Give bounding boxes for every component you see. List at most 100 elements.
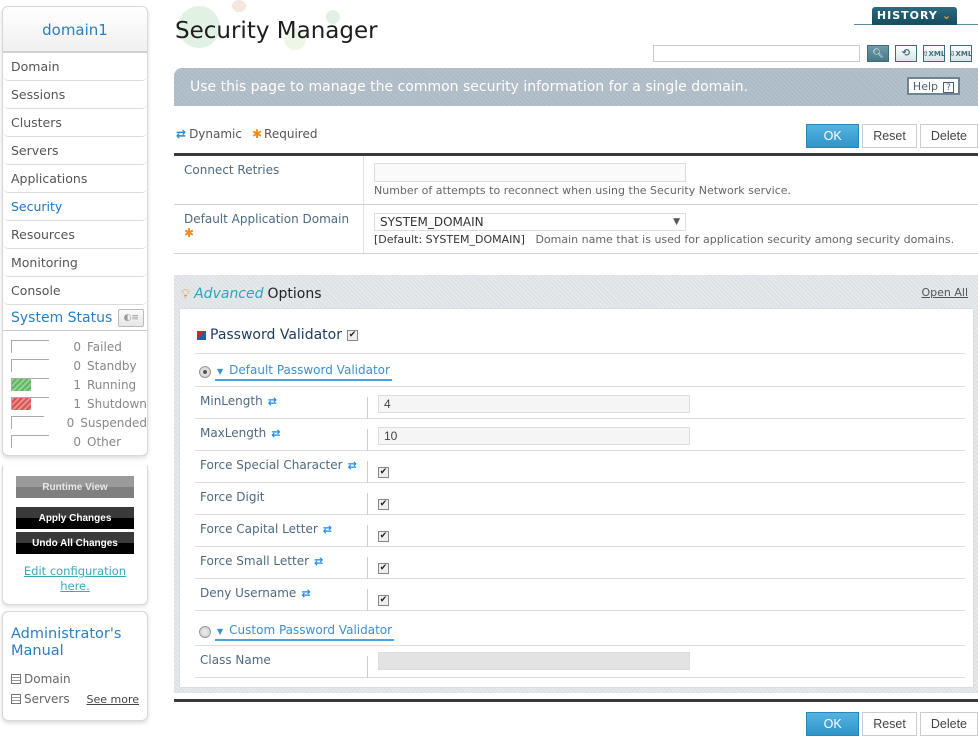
default-app-domain-select[interactable]: SYSTEM_DOMAIN ▼ — [374, 213, 686, 231]
column-divider — [363, 205, 364, 253]
connect-retries-row: Connect Retries Number of attempts to re… — [174, 156, 978, 205]
required-icon: ✱ — [251, 127, 263, 141]
status-count: 1 — [73, 396, 81, 411]
status-bar — [11, 435, 49, 448]
search-input[interactable] — [653, 45, 860, 62]
nav-item-security[interactable]: Security — [3, 193, 147, 221]
connect-retries-description: Number of attempts to reconnect when usi… — [374, 184, 792, 197]
force-capital-letter-label: Force Capital Letter ⇄ — [200, 522, 335, 536]
help-button[interactable]: Help? — [906, 77, 960, 95]
field-label-text: MaxLength — [200, 426, 267, 440]
manual-link-domain[interactable]: Domain — [11, 672, 139, 686]
status-count: 0 — [73, 339, 81, 354]
deny-username-checkbox[interactable]: ✔ — [378, 595, 389, 606]
ok-button[interactable]: OK — [806, 124, 860, 148]
nav-item-servers[interactable]: Servers — [3, 137, 147, 165]
advanced-options-header[interactable]: 💡︎ Advanced Options — [181, 286, 322, 302]
connect-retries-input[interactable] — [374, 163, 686, 182]
apply-changes-button[interactable]: Apply Changes — [16, 507, 134, 529]
default-app-domain-row: Default Application Domain ✱ SYSTEM_DOMA… — [174, 205, 978, 254]
force-small-letter-label: Force Small Letter ⇄ — [200, 554, 326, 568]
status-row-suspended: 0 Suspended — [11, 413, 147, 432]
default-validator-label: Default Password Validator — [229, 363, 390, 377]
class-name-value-cell — [378, 652, 690, 670]
book-icon — [11, 674, 21, 684]
default-value-note: [Default: SYSTEM_DOMAIN] — [374, 233, 525, 246]
nav-item-monitoring[interactable]: Monitoring — [3, 249, 147, 277]
dynamic-icon: ⇄ — [271, 426, 281, 440]
edit-configuration-line2: here. — [60, 579, 90, 593]
xml-download-icon: ⇩XML — [949, 49, 973, 58]
reset-button[interactable]: Reset — [862, 712, 917, 736]
default-validator-header: ▼ Default Password Validator — [199, 363, 392, 381]
default-validator-link[interactable]: ▼ Default Password Validator — [215, 363, 392, 381]
deny-username-row: Deny Username ⇄ ✔ — [195, 579, 965, 611]
password-validator-header: Password Validator ✔ — [197, 327, 358, 343]
nav-item-resources[interactable]: Resources — [3, 221, 147, 249]
ok-button[interactable]: OK — [806, 712, 860, 736]
default-app-domain-label-text: Default Application Domain — [184, 212, 350, 226]
domain-title[interactable]: domain1 — [3, 7, 147, 53]
minlength-row: MinLength ⇄ — [195, 387, 965, 419]
force-digit-checkbox[interactable]: ✔ — [378, 499, 389, 510]
nav-item-clusters[interactable]: Clusters — [3, 109, 147, 137]
nav-item-domain[interactable]: Domain — [3, 53, 147, 81]
status-label: Standby — [87, 358, 137, 373]
class-name-input[interactable] — [378, 652, 690, 670]
nav-item-sessions[interactable]: Sessions — [3, 81, 147, 109]
force-special-character-checkbox[interactable]: ✔ — [378, 467, 389, 478]
status-row-standby: 0 Standby — [11, 356, 147, 375]
status-count: 0 — [73, 358, 81, 373]
minlength-input[interactable] — [378, 395, 690, 413]
column-divider — [367, 429, 368, 451]
xml-download-button[interactable]: ⇩XML — [950, 45, 972, 62]
force-small-letter-checkbox[interactable]: ✔ — [378, 563, 389, 574]
deny-username-label: Deny Username ⇄ — [200, 586, 314, 600]
caret-down-icon: ▼ — [217, 367, 224, 376]
runtime-view-button[interactable]: Runtime View — [16, 476, 134, 498]
sidebar: domain1 Domain Sessions Clusters Servers… — [2, 6, 148, 721]
column-divider — [367, 589, 368, 611]
force-capital-letter-checkbox[interactable]: ✔ — [378, 531, 389, 542]
maxlength-value-cell — [378, 427, 690, 445]
xml-upload-icon: ⇧XML — [922, 49, 946, 58]
legend-dynamic: ⇄ Dynamic — [176, 127, 242, 141]
nav-item-console[interactable]: Console — [3, 277, 147, 305]
refresh-button[interactable]: ⟲ — [895, 45, 917, 62]
dynamic-icon: ⇄ — [347, 458, 357, 472]
reset-button[interactable]: Reset — [862, 124, 917, 148]
status-view-toggle-icon[interactable]: ◐≡ — [118, 308, 145, 327]
delete-button[interactable]: Delete — [919, 124, 978, 148]
history-button[interactable]: HISTORY ⌄ — [872, 7, 957, 25]
minlength-value-cell — [378, 395, 690, 413]
xml-upload-button[interactable]: ⇧XML — [923, 45, 945, 62]
force-special-character-value-cell: ✔ — [378, 463, 389, 478]
nav-item-applications[interactable]: Applications — [3, 165, 147, 193]
delete-button[interactable]: Delete — [919, 712, 978, 736]
open-all-link[interactable]: Open All — [921, 286, 968, 299]
force-small-letter-row: Force Small Letter ⇄ ✔ — [195, 547, 965, 579]
status-label: Running — [87, 377, 137, 392]
undo-all-changes-button[interactable]: Undo All Changes — [16, 532, 134, 554]
system-status-list: 0 Failed 0 Standby 1 Running 1 Shutdown 0 Suspend… — [3, 331, 147, 455]
manual-link-servers[interactable]: Servers See more — [11, 692, 139, 706]
password-validator-checkbox[interactable]: ✔ — [346, 329, 358, 341]
deny-username-value-cell: ✔ — [378, 591, 389, 606]
refresh-icon: ⟲ — [901, 48, 911, 59]
custom-validator-link[interactable]: ▼ Custom Password Validator — [215, 623, 395, 641]
history-label: HISTORY — [876, 9, 938, 22]
search-button[interactable]: 🔍︎ — [867, 45, 889, 62]
default-validator-radio[interactable] — [199, 366, 211, 378]
maxlength-row: MaxLength ⇄ — [195, 419, 965, 451]
force-capital-letter-value-cell: ✔ — [378, 527, 389, 542]
status-count: 1 — [73, 377, 81, 392]
edit-configuration-link[interactable]: Edit configuration here. — [3, 564, 147, 594]
legend-dynamic-label: Dynamic — [189, 127, 242, 141]
maxlength-input[interactable] — [378, 427, 690, 445]
see-more-link[interactable]: See more — [86, 693, 139, 706]
navigation-card: domain1 Domain Sessions Clusters Servers… — [2, 6, 148, 456]
force-capital-letter-row: Force Capital Letter ⇄ ✔ — [195, 515, 965, 547]
minlength-label: MinLength ⇄ — [200, 394, 280, 408]
default-app-domain-desc-text: Domain name that is used for application… — [535, 233, 955, 246]
custom-validator-radio[interactable] — [199, 626, 211, 638]
